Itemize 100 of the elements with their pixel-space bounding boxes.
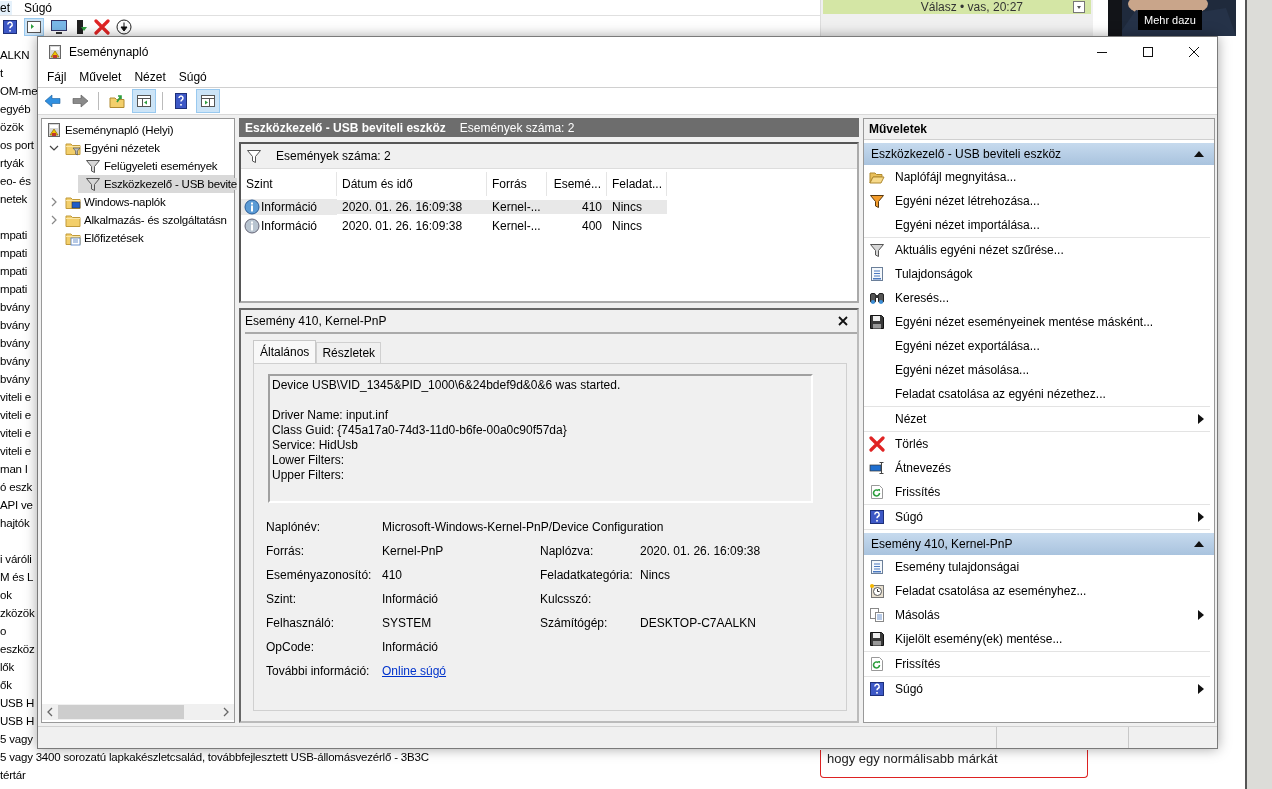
menu-item[interactable]: et [0, 0, 12, 15]
device-list-item[interactable]: bvány [0, 316, 30, 334]
device-list-item[interactable]: lők [0, 658, 15, 676]
device-list-item[interactable]: ALKN [0, 46, 30, 64]
column-header[interactable]: Dátum és idő [337, 172, 487, 196]
menu-item[interactable]: Fájl [41, 67, 73, 86]
action-item[interactable]: Nézet [864, 407, 1210, 431]
monitor-icon[interactable] [50, 19, 68, 35]
column-header[interactable]: Esemé... [547, 172, 607, 196]
device-list-item[interactable]: o [0, 622, 7, 640]
device-list-item[interactable]: ok [0, 586, 12, 604]
action-item[interactable]: Feladat csatolása az eseményhez... [864, 579, 1210, 603]
device-list-item[interactable]: man I [0, 460, 28, 478]
tree-item[interactable]: Előfizetések [42, 229, 234, 247]
collapse-arrow-icon[interactable] [1194, 541, 1204, 547]
tree-item[interactable]: Windows-naplók [42, 193, 234, 211]
action-item[interactable]: Feladat csatolása az egyéni nézethez... [864, 382, 1210, 406]
tab[interactable]: Általános [253, 340, 317, 363]
device-list-item[interactable]: eszköz [0, 640, 35, 658]
dropdown-icon[interactable] [1073, 1, 1085, 13]
device-list-item[interactable]: mpati [0, 244, 28, 262]
pane-icon[interactable] [24, 18, 44, 36]
device-list-item[interactable]: viteli e [0, 442, 31, 460]
menu-item[interactable]: Súgó [172, 67, 213, 86]
help-icon[interactable] [2, 19, 18, 35]
action-item[interactable]: Törlés [864, 432, 1210, 456]
device-list-item[interactable]: i váróli [0, 550, 32, 568]
device-list-item[interactable]: USB H [0, 694, 35, 712]
device-list-item[interactable]: bvány [0, 352, 30, 370]
device-list-item[interactable]: eo- és [0, 172, 31, 190]
comment-field[interactable]: hogy egy normálisabb márkát [820, 750, 1088, 778]
tree-item[interactable]: Eseménynapló (Helyi) [42, 121, 234, 139]
menu-item[interactable]: Nézet [128, 67, 172, 86]
column-header[interactable]: Forrás [487, 172, 547, 196]
action-item[interactable]: Egyéni nézet importálása... [864, 213, 1210, 237]
device-list-item[interactable]: 5 vagy [0, 730, 33, 748]
action-item[interactable]: Átnevezés [864, 456, 1210, 480]
submenu-arrow-icon[interactable] [1198, 512, 1204, 522]
close-icon[interactable] [837, 315, 849, 327]
menu-item[interactable]: Súgó [22, 0, 55, 15]
action-item[interactable]: Súgó [864, 505, 1210, 529]
collapse-arrow-icon[interactable] [1194, 151, 1204, 157]
device-list-item[interactable]: viteli e [0, 406, 31, 424]
device-list-item[interactable]: OM-me [0, 82, 38, 100]
device-list-item[interactable]: rtyák [0, 154, 24, 172]
action-item[interactable]: Egyéni nézet létrehozása... [864, 189, 1210, 213]
action-item[interactable]: Súgó [864, 677, 1210, 701]
submenu-arrow-icon[interactable] [1198, 684, 1204, 694]
tree-item[interactable]: Alkalmazás- és szolgáltatásn [42, 211, 234, 229]
action-item[interactable]: Egyéni nézet másolása... [864, 358, 1210, 382]
event-row[interactable]: Információ 2020. 01. 26. 16:09:38 Kernel-... 410 Nincs [241, 197, 857, 216]
device-list-item[interactable]: bvány [0, 370, 30, 388]
column-header[interactable]: Szint [241, 172, 337, 196]
device-list-item[interactable]: bvány [0, 298, 30, 316]
device-list-item[interactable]: ők [0, 676, 12, 694]
device-plug-icon[interactable] [74, 19, 88, 35]
device-list-item[interactable]: mpati [0, 280, 28, 298]
tree-item[interactable]: Egyéni nézetek [42, 139, 234, 157]
device-list-item[interactable]: egyéb [0, 100, 31, 118]
device-list-item[interactable]: bvány [0, 334, 30, 352]
menu-item[interactable]: Művelet [73, 67, 128, 86]
device-list-item[interactable]: USB H [0, 712, 35, 730]
device-list-item[interactable]: mpati [0, 262, 28, 280]
column-header[interactable]: Feladat... [607, 172, 667, 196]
action-item[interactable]: Másolás [864, 603, 1210, 627]
device-list-item[interactable]: ó eszk [0, 478, 33, 496]
online-help-link[interactable]: Online súgó [382, 664, 447, 678]
tab[interactable]: Részletek [316, 342, 382, 363]
event-row[interactable]: Információ 2020. 01. 26. 16:09:38 Kernel-... 400 Nincs [241, 216, 857, 235]
device-list-item[interactable]: os port [0, 136, 34, 154]
action-item[interactable]: Frissítés [864, 480, 1210, 504]
action-item[interactable]: Frissítés [864, 652, 1210, 676]
action-item[interactable]: Tulajdonságok [864, 262, 1210, 286]
device-list-item[interactable]: viteli e [0, 388, 31, 406]
action-item[interactable]: Esemény tulajdonságai [864, 555, 1210, 579]
horizontal-scrollbar[interactable] [42, 704, 234, 720]
device-list-item[interactable]: M és L [0, 568, 34, 586]
device-list-item[interactable]: mpati [0, 226, 28, 244]
submenu-arrow-icon[interactable] [1198, 610, 1204, 620]
device-list-item[interactable]: 5 vagy 3400 sorozatú lapkakészletcsalád, továbbfejlesztett USB-állomásvezérlő - 3B3C [0, 748, 429, 766]
device-list-item[interactable]: t [0, 64, 3, 82]
device-list-item[interactable]: özök [0, 118, 24, 136]
delete-icon[interactable] [94, 19, 110, 35]
action-item[interactable]: Kijelölt esemény(ek) mentése... [864, 627, 1210, 651]
device-list-item[interactable]: hajtók [0, 514, 30, 532]
action-item[interactable]: Keresés... [864, 286, 1210, 310]
action-item[interactable]: Egyéni nézet eseményeinek mentése másként... [864, 310, 1210, 334]
pane-right-icon[interactable] [196, 89, 220, 113]
device-list-item[interactable]: API ve [0, 496, 33, 514]
action-item[interactable]: Naplófájl megnyitása... [864, 165, 1210, 189]
scrollbar-thumb[interactable] [58, 705, 184, 719]
device-list-item[interactable]: viteli e [0, 424, 31, 442]
action-item[interactable]: Egyéni nézet exportálása... [864, 334, 1210, 358]
device-list-item[interactable]: tértár [0, 766, 26, 784]
tree-item[interactable]: Felügyeleti események [42, 157, 234, 175]
action-item[interactable]: Aktuális egyéni nézet szűrése... [864, 238, 1210, 262]
section-header[interactable]: Eszközkezelő - USB beviteli eszköz [864, 143, 1214, 165]
device-list-item[interactable]: netek [0, 190, 28, 208]
section-header[interactable]: Esemény 410, Kernel-PnP [864, 533, 1214, 555]
ad-label[interactable]: Mehr dazu [1138, 10, 1202, 30]
